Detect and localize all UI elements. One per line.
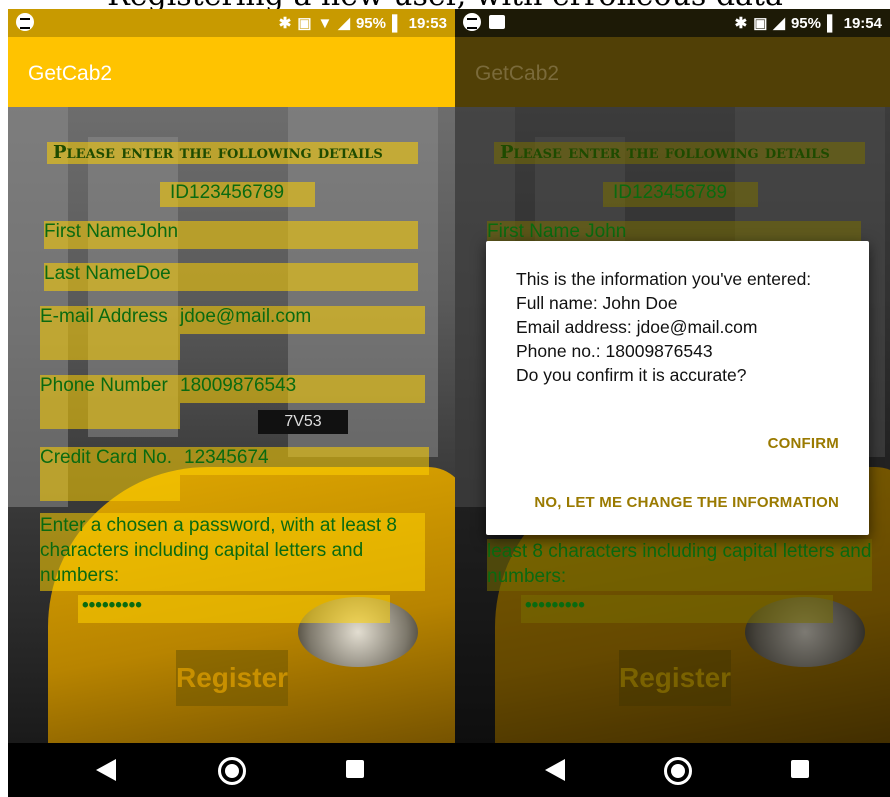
battery-level: 95% <box>790 14 821 32</box>
spotify-icon <box>463 13 481 31</box>
email-label: E-mail Address <box>40 306 180 360</box>
register-button[interactable]: Register <box>619 650 731 706</box>
first-name-row: First NameJohn <box>44 221 418 249</box>
navigation-bar <box>455 743 890 797</box>
dialog-line-email: Email address: jdoe@mail.com <box>516 317 758 337</box>
first-name-label: First Name <box>44 221 137 242</box>
confirm-button[interactable]: CONFIRM <box>768 435 839 452</box>
bluetooth-icon: ✱ <box>278 15 292 32</box>
back-icon[interactable] <box>96 759 116 781</box>
clock: 19:53 <box>408 14 447 32</box>
signal-icon: ◢ <box>773 15 785 32</box>
nfc-icon: ▣ <box>753 15 768 32</box>
credit-card-input[interactable]: 12345674 <box>180 447 429 475</box>
navigation-bar <box>8 743 455 797</box>
last-name-row: Last NameDoe <box>44 263 418 291</box>
credit-card-label: Credit Card No. <box>40 447 180 501</box>
clock: 19:54 <box>843 14 882 32</box>
phone-label: Phone Number <box>40 375 180 429</box>
home-icon[interactable] <box>218 757 246 785</box>
recents-icon[interactable] <box>346 760 364 778</box>
home-icon[interactable] <box>664 757 692 785</box>
app-bar: GetCab2 <box>8 37 455 107</box>
dialog-line-phone: Phone no.: 18009876543 <box>516 341 713 361</box>
register-button[interactable]: Register <box>176 650 288 706</box>
status-bar: ✱ ▣ ▼ ◢ 95% ▌ 19:53 <box>8 9 455 37</box>
nfc-icon: ▣ <box>297 15 312 32</box>
dialog-line-question: Do you confirm it is accurate? <box>516 365 747 385</box>
image-icon <box>489 15 505 29</box>
change-information-button[interactable]: NO, LET ME CHANGE THE INFORMATION <box>534 494 839 511</box>
phone-screen-confirmation: ✱ ▣ ◢ 95% ▌ 19:54 GetCab2 Please enter t… <box>455 9 890 797</box>
dialog-line-full-name: Full name: John Doe <box>516 293 678 313</box>
wifi-icon: ▼ <box>317 14 333 32</box>
battery-icon: ▌ <box>391 14 403 32</box>
last-name-label: Last Name <box>44 263 136 284</box>
recents-icon[interactable] <box>791 760 809 778</box>
app-bar: GetCab2 <box>455 37 890 107</box>
id-field[interactable]: ID123456789 <box>603 182 758 207</box>
dialog-line-entered: This is the information you've entered: <box>516 269 812 289</box>
bluetooth-icon: ✱ <box>734 15 748 32</box>
first-name-input[interactable]: John <box>137 221 178 242</box>
battery-level: 95% <box>355 14 386 32</box>
id-field[interactable]: ID123456789 <box>160 182 315 207</box>
phone-screen-registration: ✱ ▣ ▼ ◢ 95% ▌ 19:53 GetCab2 7V53 Please … <box>8 9 455 797</box>
phone-input[interactable]: 18009876543 <box>180 375 425 403</box>
confirmation-dialog: This is the information you've entered: … <box>486 241 869 535</box>
app-title: GetCab2 <box>28 62 113 85</box>
form-header: Please enter the following details <box>47 142 418 164</box>
battery-icon: ▌ <box>826 14 838 32</box>
taxi-sign: 7V53 <box>258 410 348 434</box>
password-prompt-partial: least 8 characters including capital let… <box>487 539 872 591</box>
last-name-input[interactable]: Doe <box>136 263 171 284</box>
password-prompt: Enter a chosen a password, with at least… <box>40 513 425 591</box>
status-bar: ✱ ▣ ◢ 95% ▌ 19:54 <box>455 9 890 37</box>
app-title: GetCab2 <box>475 62 560 85</box>
signal-icon: ◢ <box>338 15 350 32</box>
spotify-icon <box>16 13 34 31</box>
email-input[interactable]: jdoe@mail.com <box>180 306 425 334</box>
password-input[interactable]: ••••••••• <box>521 595 833 623</box>
back-icon[interactable] <box>545 759 565 781</box>
dialog-message: This is the information you've entered: … <box>516 267 846 387</box>
form-header: Please enter the following details <box>494 142 865 164</box>
password-input[interactable]: ••••••••• <box>78 595 390 623</box>
